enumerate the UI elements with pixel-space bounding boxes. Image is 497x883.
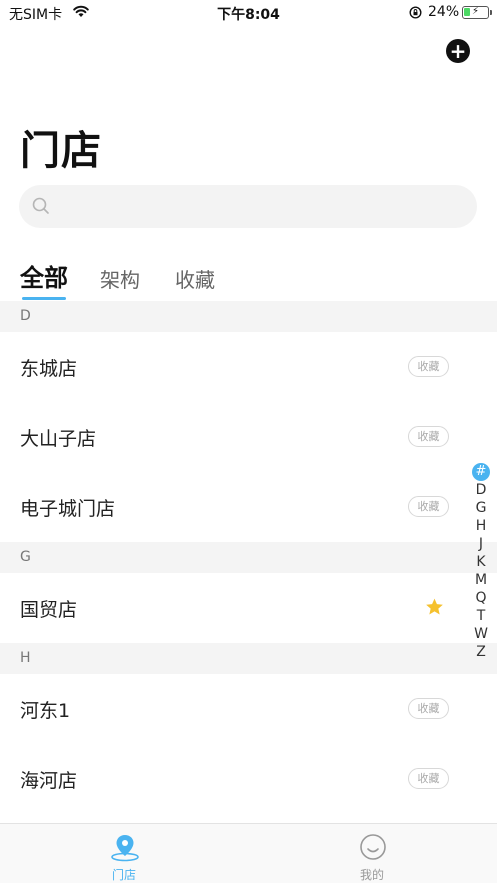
store-row[interactable]: 电子城门店 收藏 bbox=[0, 472, 497, 542]
bottom-tab-label: 我的 bbox=[359, 868, 384, 882]
index-letter[interactable]: W bbox=[472, 625, 490, 643]
index-letter[interactable]: G bbox=[472, 499, 490, 517]
bottom-tab-bar: 门店 我的 bbox=[0, 823, 497, 883]
active-tab-indicator bbox=[22, 297, 66, 300]
index-letter[interactable]: J bbox=[472, 535, 490, 553]
store-row[interactable]: 东城店 收藏 bbox=[0, 332, 497, 402]
add-store-button[interactable]: + bbox=[446, 39, 470, 63]
index-letter[interactable]: M bbox=[472, 571, 490, 589]
store-name: 电子城门店 bbox=[20, 498, 116, 520]
bottom-tab-stores[interactable]: 门店 bbox=[64, 824, 184, 883]
bottom-tab-me[interactable]: 我的 bbox=[312, 824, 432, 883]
index-letter[interactable]: Z bbox=[472, 643, 490, 661]
index-letter[interactable]: K bbox=[472, 553, 490, 571]
filter-tabs: 全部 架构 收藏 bbox=[0, 258, 497, 302]
battery-percent: 24% bbox=[428, 4, 460, 20]
search-bar[interactable] bbox=[19, 185, 477, 228]
index-letter[interactable]: H bbox=[472, 517, 490, 535]
index-letter[interactable]: # bbox=[472, 463, 490, 481]
plus-circle-icon: + bbox=[449, 39, 467, 63]
battery-icon: ⚡ bbox=[462, 6, 492, 19]
store-name: 大山子店 bbox=[20, 428, 97, 450]
index-letter[interactable]: T bbox=[472, 607, 490, 625]
location-pin-icon bbox=[111, 835, 139, 862]
store-name: 东城店 bbox=[20, 358, 78, 380]
section-header-d: D bbox=[0, 301, 497, 332]
store-row[interactable]: 河东1 收藏 bbox=[0, 674, 497, 744]
store-row[interactable]: 海河店 收藏 bbox=[0, 744, 497, 814]
store-list: D 东城店 收藏 大山子店 收藏 电子城门店 收藏 G 国贸店 H 河东1 收藏… bbox=[0, 301, 497, 814]
section-header-h: H bbox=[0, 643, 497, 674]
favorite-button[interactable]: 收藏 bbox=[408, 426, 449, 447]
clock: 下午8:04 bbox=[217, 7, 280, 23]
star-icon[interactable] bbox=[424, 597, 445, 617]
favorite-button[interactable]: 收藏 bbox=[408, 496, 449, 517]
smiley-face-icon bbox=[360, 834, 386, 860]
status-bar: 无SIM卡 下午8:04 24% ⚡ bbox=[0, 0, 497, 26]
favorite-button[interactable]: 收藏 bbox=[408, 356, 449, 377]
store-row[interactable]: 国贸店 bbox=[0, 573, 497, 643]
index-letter[interactable]: D bbox=[472, 481, 490, 499]
bottom-tab-label: 门店 bbox=[111, 868, 136, 882]
store-name: 河东1 bbox=[20, 700, 71, 722]
search-input[interactable] bbox=[59, 185, 459, 228]
search-icon bbox=[32, 197, 49, 214]
store-row[interactable]: 大山子店 收藏 bbox=[0, 402, 497, 472]
section-header-g: G bbox=[0, 542, 497, 573]
store-name: 国贸店 bbox=[20, 599, 78, 621]
tab-all[interactable]: 全部 bbox=[20, 258, 68, 302]
favorite-button[interactable]: 收藏 bbox=[408, 698, 449, 719]
index-letter[interactable]: Q bbox=[472, 589, 490, 607]
page-title: 门店 bbox=[20, 128, 102, 174]
alphabet-index: # D G H J K M Q T W Z bbox=[472, 463, 490, 661]
rotation-lock-icon bbox=[409, 6, 422, 19]
store-name: 海河店 bbox=[20, 770, 78, 792]
favorite-button[interactable]: 收藏 bbox=[408, 768, 449, 789]
